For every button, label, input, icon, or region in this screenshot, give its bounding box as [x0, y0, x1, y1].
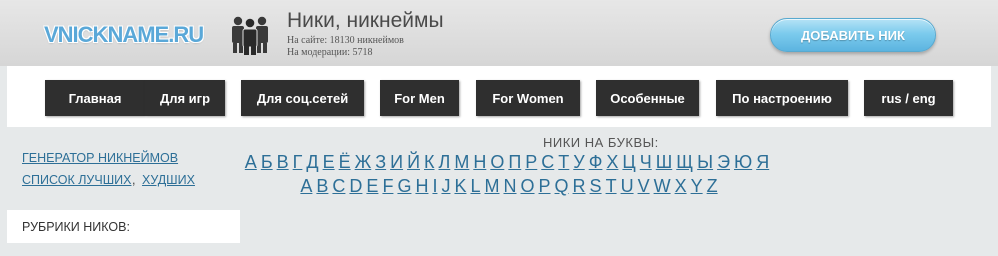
letter-link[interactable]: Й — [407, 151, 420, 173]
letter-link[interactable]: А — [245, 151, 257, 173]
nav-for-men[interactable]: For Men — [380, 80, 459, 116]
letter-link[interactable]: Q — [555, 175, 569, 197]
letter-link[interactable]: H — [415, 175, 428, 197]
letter-link[interactable]: Ш — [656, 151, 673, 173]
letter-link[interactable]: К — [424, 151, 435, 173]
site-stats: На сайте: 18130 никнеймов На модерации: … — [287, 35, 404, 59]
letter-link[interactable]: М — [454, 151, 469, 173]
letter-link[interactable]: R — [573, 175, 586, 197]
letter-link[interactable]: З — [375, 151, 386, 173]
letter-link[interactable]: E — [366, 175, 378, 197]
letter-link[interactable]: Щ — [676, 151, 693, 173]
letter-link[interactable]: Н — [473, 151, 486, 173]
nav-special[interactable]: Особенные — [596, 80, 699, 116]
people-group-icon — [232, 16, 268, 55]
letter-link[interactable]: N — [504, 175, 517, 197]
letter-link[interactable]: U — [621, 175, 634, 197]
rubrics-title: РУБРИКИ НИКОВ: — [22, 220, 130, 234]
stat-moderation: На модерации: 5718 — [287, 47, 404, 59]
letter-link[interactable]: О — [490, 151, 504, 173]
nav-home[interactable]: Главная — [45, 80, 145, 116]
letter-link[interactable]: T — [606, 175, 617, 197]
letter-link[interactable]: Z — [707, 175, 718, 197]
letter-link[interactable]: W — [654, 175, 671, 197]
letter-link[interactable]: X — [675, 175, 687, 197]
letter-link[interactable]: Т — [558, 151, 569, 173]
letter-link[interactable]: I — [432, 175, 437, 197]
letter-link[interactable]: F — [382, 175, 393, 197]
letter-link[interactable]: С — [541, 151, 554, 173]
site-header: VNICKNAME.RU Ники, никнеймы На сайте: 18… — [0, 0, 998, 66]
letter-link[interactable]: Е — [323, 151, 335, 173]
letter-link[interactable]: Г — [293, 151, 303, 173]
site-logo[interactable]: VNICKNAME.RU — [44, 22, 204, 48]
letters-heading: НИКИ НА БУКВЫ: — [543, 135, 659, 150]
letter-link[interactable]: C — [332, 175, 345, 197]
letter-link[interactable]: Л — [439, 151, 451, 173]
main-nav: Главная Для игр Для соц.сетей For Men Fo… — [7, 66, 991, 127]
add-nick-button[interactable]: ДОБАВИТЬ НИК — [770, 18, 936, 52]
cyrillic-letters: АБВГДЕЁЖЗИЙКЛМНОПРСТУФХЦЧШЩЫЭЮЯ — [107, 151, 907, 173]
letter-link[interactable]: Ё — [339, 151, 351, 173]
stat-value: 5718 — [352, 47, 373, 58]
letter-link[interactable]: O — [521, 175, 535, 197]
letter-link[interactable]: Y — [691, 175, 703, 197]
letter-link[interactable]: Ч — [640, 151, 652, 173]
letter-link[interactable]: Ы — [697, 151, 713, 173]
letter-link[interactable]: У — [573, 151, 584, 173]
nav-social[interactable]: Для соц.сетей — [241, 80, 364, 116]
nav-mood[interactable]: По настроению — [716, 80, 848, 116]
letter-link[interactable]: L — [470, 175, 480, 197]
letter-link[interactable]: K — [454, 175, 466, 197]
nav-for-women[interactable]: For Women — [476, 80, 580, 116]
letter-link[interactable]: A — [300, 175, 312, 197]
rubrics-panel: РУБРИКИ НИКОВ: — [7, 210, 240, 243]
letter-link[interactable]: V — [638, 175, 650, 197]
letter-link[interactable]: И — [390, 151, 403, 173]
letter-link[interactable]: B — [316, 175, 328, 197]
letter-link[interactable]: G — [397, 175, 411, 197]
letter-link[interactable]: Б — [261, 151, 273, 173]
letter-link[interactable]: Р — [525, 151, 537, 173]
letter-link[interactable]: P — [539, 175, 551, 197]
nav-games[interactable]: Для игр — [145, 80, 225, 116]
stat-on-site: На сайте: 18130 никнеймов — [287, 35, 404, 47]
site-title: Ники, никнеймы — [287, 9, 444, 32]
stat-label: На сайте: — [287, 35, 328, 46]
letter-link[interactable]: Ф — [589, 151, 603, 173]
letter-link[interactable]: Ж — [355, 151, 372, 173]
letter-link[interactable]: D — [349, 175, 362, 197]
letter-link[interactable]: S — [590, 175, 602, 197]
letter-link[interactable]: Я — [756, 151, 769, 173]
letter-link[interactable]: Х — [606, 151, 618, 173]
nav-language[interactable]: rus / eng — [864, 80, 953, 116]
letter-link[interactable]: Ю — [734, 151, 752, 173]
letter-link[interactable]: M — [485, 175, 500, 197]
stat-label: На модерации: — [287, 47, 350, 58]
letter-link[interactable]: Д — [306, 151, 318, 173]
letter-link[interactable]: J — [441, 175, 450, 197]
letter-link[interactable]: П — [508, 151, 521, 173]
letter-link[interactable]: В — [277, 151, 289, 173]
stat-value: 18130 никнеймов — [329, 35, 404, 46]
letter-link[interactable]: Э — [717, 151, 730, 173]
letter-link[interactable]: Ц — [622, 151, 635, 173]
latin-letters: ABCDEFGHIJKLMNOPQRSTUVWXYZ — [109, 175, 909, 197]
